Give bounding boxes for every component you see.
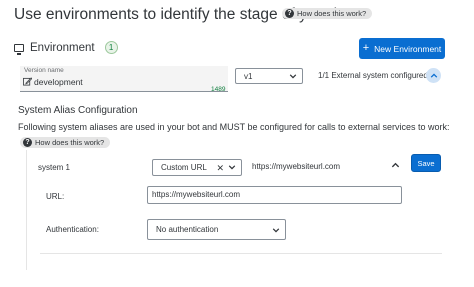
system-alias-name: system 1 bbox=[38, 163, 71, 172]
authentication-label: Authentication: bbox=[46, 225, 99, 234]
character-count: 1489 bbox=[211, 86, 226, 93]
environment-header: Environment 1 bbox=[14, 41, 118, 55]
version-name-label: Version name bbox=[24, 67, 64, 74]
help-link-label: How does this work? bbox=[297, 9, 367, 18]
version-select[interactable]: v1 bbox=[235, 68, 303, 84]
chevron-down-icon bbox=[228, 165, 236, 170]
authentication-value: No authentication bbox=[156, 225, 219, 234]
pencil-icon bbox=[23, 77, 32, 86]
alias-url-display: https://mywebsiteurl.com bbox=[252, 162, 341, 171]
environment-label: Environment bbox=[30, 41, 95, 54]
version-name-field[interactable]: Version name development bbox=[20, 66, 228, 92]
authentication-select[interactable]: No authentication bbox=[147, 219, 286, 240]
how-does-this-work-link[interactable]: ? How does this work? bbox=[282, 8, 373, 19]
plus-icon: + bbox=[362, 42, 370, 54]
system-alias-title: System Alias Configuration bbox=[18, 105, 138, 116]
system-alias-description: Following system aliases are used in you… bbox=[18, 122, 450, 132]
chevron-up-icon[interactable] bbox=[391, 161, 400, 170]
chevron-down-icon bbox=[289, 74, 297, 79]
url-input[interactable]: https://mywebsiteurl.com bbox=[147, 186, 402, 204]
question-circle-icon: ? bbox=[23, 138, 32, 147]
version-name-value: development bbox=[34, 77, 83, 87]
alias-type-value: Custom URL bbox=[161, 163, 207, 172]
monitor-icon bbox=[14, 43, 24, 55]
external-system-status: 1/1 External system configured bbox=[318, 71, 428, 80]
save-button[interactable]: Save bbox=[411, 154, 441, 172]
url-label: URL: bbox=[46, 192, 65, 201]
environment-count-badge: 1 bbox=[104, 41, 118, 54]
alias-type-select[interactable]: Custom URL ✕ bbox=[152, 159, 242, 176]
alias-help-link[interactable]: ? How does this work? bbox=[20, 137, 111, 148]
question-circle-icon: ? bbox=[285, 9, 294, 18]
version-select-value: v1 bbox=[244, 71, 253, 81]
alias-help-label: How does this work? bbox=[35, 138, 105, 147]
chevron-down-icon bbox=[272, 228, 280, 233]
divider bbox=[40, 253, 442, 254]
new-environment-label: New Environment bbox=[374, 43, 442, 54]
chevron-up-icon bbox=[430, 72, 437, 78]
new-environment-button[interactable]: + New Environment bbox=[359, 38, 445, 59]
collapse-environment-button[interactable] bbox=[426, 68, 441, 83]
close-icon[interactable]: ✕ bbox=[216, 163, 224, 174]
